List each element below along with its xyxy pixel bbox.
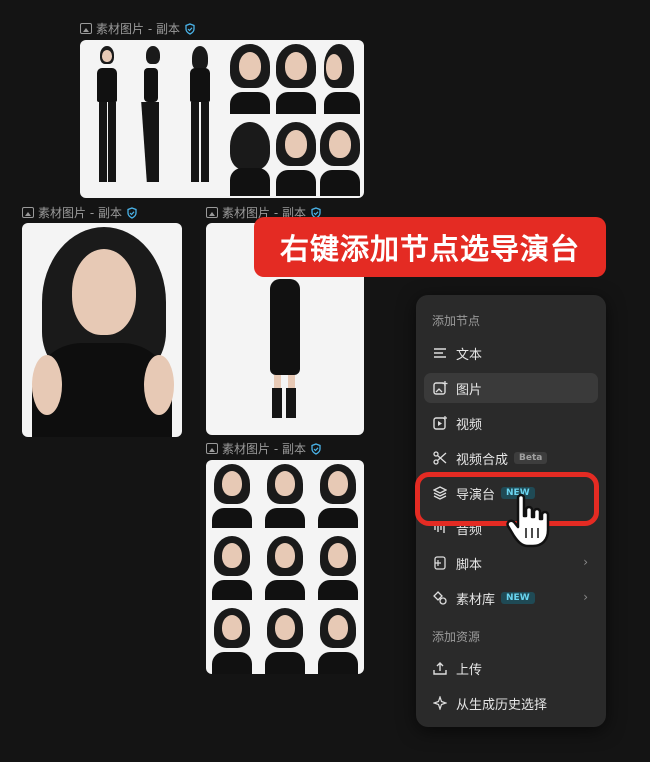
image-plus-icon xyxy=(432,380,448,396)
video-icon xyxy=(432,415,448,431)
text-lines-icon xyxy=(432,345,448,361)
section-add-resource: 添加资源 xyxy=(432,630,481,644)
menu-item-image[interactable]: 图片 xyxy=(424,373,598,403)
node-title-4[interactable]: 素材图片 - 副本 xyxy=(206,440,322,457)
menu-item-script[interactable]: 脚本 › xyxy=(424,548,598,578)
menu-item-label: 图片 xyxy=(456,382,483,398)
menu-item-label: 视频 xyxy=(456,417,483,433)
menu-item-select-history[interactable]: 从生成历史选择 xyxy=(424,688,598,718)
shield-check-icon xyxy=(311,442,321,455)
menu-item-label: 从生成历史选择 xyxy=(456,697,548,713)
node-label: 素材图片 - 副本 xyxy=(38,206,122,220)
asset-library-icon xyxy=(432,590,448,606)
section-add-node: 添加节点 xyxy=(432,314,481,328)
node-title-1[interactable]: 素材图片 - 副本 xyxy=(80,20,196,37)
chevron-right-icon: › xyxy=(583,590,588,604)
upload-icon xyxy=(432,660,448,676)
menu-item-label: 上传 xyxy=(456,662,483,678)
node-title-2[interactable]: 素材图片 - 副本 xyxy=(22,204,138,221)
menu-item-video-compose[interactable]: 视频合成 Beta xyxy=(424,443,598,473)
hand-cursor-icon xyxy=(506,493,550,548)
instruction-callout: 右键添加节点选导演台 xyxy=(254,217,606,277)
menu-item-video[interactable]: 视频 xyxy=(424,408,598,438)
image-icon xyxy=(80,23,92,34)
menu-item-label: 文本 xyxy=(456,347,483,363)
image-icon xyxy=(206,443,218,454)
node-label: 素材图片 - 副本 xyxy=(96,22,180,36)
shield-check-icon xyxy=(185,22,195,35)
menu-item-asset-library[interactable]: 素材库 NEW › xyxy=(424,583,598,613)
headshot-grid-image[interactable] xyxy=(206,460,364,674)
portrait-image[interactable] xyxy=(22,223,182,437)
chevron-right-icon: › xyxy=(583,555,588,569)
new-badge: NEW xyxy=(501,592,535,604)
node-label: 素材图片 - 副本 xyxy=(222,442,306,456)
image-icon xyxy=(206,207,218,218)
history-sparkle-icon xyxy=(432,695,448,711)
scissors-icon xyxy=(432,450,448,466)
image-icon xyxy=(22,207,34,218)
shield-check-icon xyxy=(127,206,137,219)
menu-item-label: 脚本 xyxy=(456,557,483,573)
menu-item-label: 素材库 xyxy=(456,592,496,608)
menu-item-upload[interactable]: 上传 xyxy=(424,653,598,683)
menu-item-text[interactable]: 文本 xyxy=(424,338,598,368)
beta-badge: Beta xyxy=(514,452,548,464)
script-icon xyxy=(432,555,448,571)
menu-item-label: 视频合成 xyxy=(456,452,509,468)
character-sheet-image[interactable] xyxy=(80,40,364,198)
